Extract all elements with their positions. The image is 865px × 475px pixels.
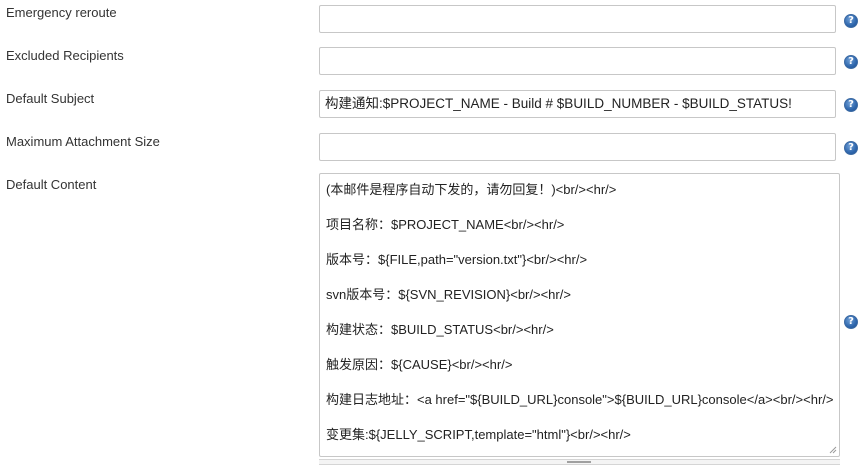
content-line: 项目名称：$PROJECT_NAME<br/><hr/> (326, 217, 565, 232)
content-line: 触发原因：${CAUSE}<br/><hr/> (326, 357, 513, 372)
help-icon[interactable]: ? (844, 141, 858, 155)
content-line: 版本号：${FILE,path="version.txt"}<br/><hr/> (326, 252, 588, 267)
content-line: (本邮件是程序自动下发的，请勿回复！)<br/><hr/> (326, 182, 617, 197)
default-content-label: Default Content (6, 177, 97, 192)
content-line: 变更集:${JELLY_SCRIPT,template="html"}<br/>… (326, 427, 631, 442)
default-subject-label: Default Subject (6, 91, 95, 106)
content-line: 构建状态：$BUILD_STATUS<br/><hr/> (326, 322, 554, 337)
help-icon[interactable]: ? (844, 14, 858, 28)
excluded-recipients-input[interactable] (319, 47, 836, 75)
emergency-reroute-label: Emergency reroute (6, 5, 117, 20)
maximum-attachment-size-input[interactable] (319, 133, 836, 161)
textarea-resize-bar[interactable] (319, 459, 840, 465)
resize-grip-icon[interactable] (829, 446, 837, 454)
help-icon[interactable]: ? (844, 315, 858, 329)
maximum-attachment-size-label: Maximum Attachment Size (6, 134, 160, 149)
content-line: svn版本号：${SVN_REVISION}<br/><hr/> (326, 287, 571, 302)
drag-handle-icon[interactable] (567, 461, 591, 463)
excluded-recipients-label: Excluded Recipients (6, 48, 124, 63)
help-icon[interactable]: ? (844, 98, 858, 112)
default-content-textarea[interactable]: (本邮件是程序自动下发的，请勿回复！)<br/><hr/> 项目名称：$PROJ… (319, 173, 840, 457)
content-line: 构建日志地址：<a href="${BUILD_URL}console">${B… (326, 392, 834, 407)
default-subject-input[interactable]: 构建通知:$PROJECT_NAME - Build # $BUILD_NUMB… (319, 90, 836, 118)
emergency-reroute-input[interactable] (319, 5, 836, 33)
help-icon[interactable]: ? (844, 55, 858, 69)
